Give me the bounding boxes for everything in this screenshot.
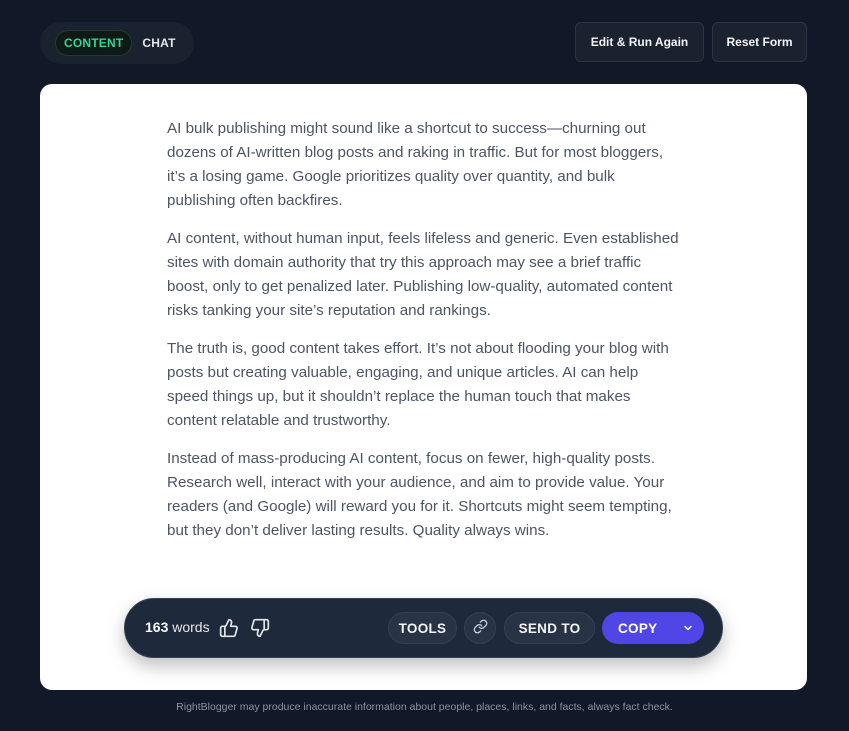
thumbs-down-icon[interactable] bbox=[249, 616, 271, 640]
view-tabs: CONTENT CHAT bbox=[40, 22, 194, 64]
article-paragraph: AI content, without human input, feels l… bbox=[167, 230, 679, 319]
article-paragraph: The truth is, good content takes effort.… bbox=[167, 340, 669, 429]
article-paragraph: Instead of mass-producing AI content, fo… bbox=[167, 450, 672, 539]
tab-chat[interactable]: CHAT bbox=[138, 30, 179, 56]
action-toolbar: 163 words TOOLS SEND TO COPY bbox=[124, 598, 723, 658]
tab-content[interactable]: CONTENT bbox=[55, 30, 133, 56]
copy-label: COPY bbox=[618, 620, 658, 636]
thumbs-up-icon[interactable] bbox=[218, 616, 240, 640]
article-paragraph: AI bulk publishing might sound like a sh… bbox=[167, 120, 664, 209]
disclaimer-text: RightBlogger may produce inaccurate info… bbox=[176, 701, 673, 713]
chevron-down-icon[interactable] bbox=[682, 622, 694, 634]
edit-run-again-button[interactable]: Edit & Run Again bbox=[575, 22, 704, 62]
reset-form-button[interactable]: Reset Form bbox=[712, 22, 807, 62]
copy-link-button[interactable] bbox=[464, 612, 496, 644]
tools-button[interactable]: TOOLS bbox=[388, 612, 457, 644]
link-icon bbox=[473, 619, 488, 637]
send-to-button[interactable]: SEND TO bbox=[504, 612, 595, 644]
copy-button[interactable]: COPY bbox=[602, 612, 704, 644]
word-count-unit: words bbox=[172, 619, 210, 635]
word-count: 163 words bbox=[145, 619, 210, 635]
word-count-value: 163 bbox=[145, 619, 169, 635]
article-body: AI bulk publishing might sound like a sh… bbox=[167, 117, 683, 557]
